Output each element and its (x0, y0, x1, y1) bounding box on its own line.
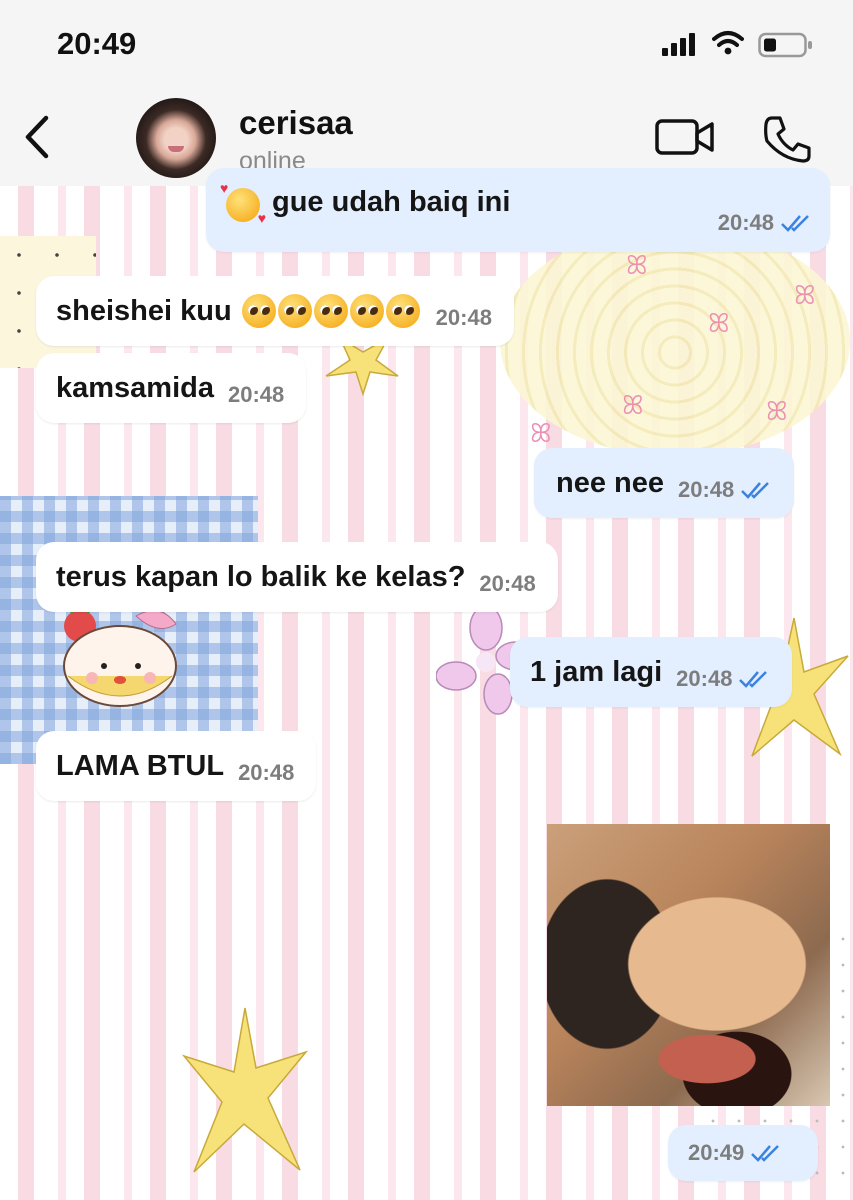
pleading-face-icon (241, 294, 276, 328)
message-time: 20:48 (678, 477, 735, 502)
message-text: kamsamida (56, 371, 214, 404)
ribbon-bow-icon: ꕤ (626, 250, 648, 280)
girl-doodle-icon (63, 606, 177, 707)
message-time: 20:48 (228, 382, 285, 407)
pleading-face-icon (277, 294, 312, 328)
star-doodle-icon (181, 1007, 309, 1173)
message-bubble-incoming[interactable]: sheishei kuu 20:48 (36, 276, 514, 346)
image-message-meta: 20:49 (668, 1125, 818, 1181)
message-time: 20:48 (238, 760, 295, 785)
message-bubble-outgoing[interactable]: gue udah baiq ini 20:48 (206, 168, 830, 252)
pleading-face-icon (385, 294, 420, 328)
message-bubble-incoming[interactable]: kamsamida 20:48 (36, 353, 307, 423)
message-meta: 20:49 (688, 1140, 784, 1166)
message-time: 20:48 (479, 571, 536, 596)
pleading-face-icon (313, 294, 348, 328)
message-text: terus kapan lo balik ke kelas? (56, 560, 466, 593)
message-text: gue udah baiq ini (272, 186, 511, 218)
contact-name[interactable]: cerisaa (239, 104, 353, 142)
message-time: 20:48 (435, 305, 492, 330)
double-check-icon (741, 482, 770, 499)
message-bubble-incoming[interactable]: terus kapan lo balik ke kelas? 20:48 (36, 542, 558, 612)
ribbon-bow-icon: ꕤ (622, 390, 644, 420)
message-meta: 20:48 (678, 477, 774, 503)
message-bubble-incoming[interactable]: LAMA BTUL 20:48 (36, 731, 317, 801)
message-time: 20:48 (717, 210, 774, 235)
ribbon-bow-icon: ꕤ (530, 418, 552, 448)
signal-icon (662, 32, 700, 56)
message-text: nee nee (556, 466, 664, 499)
message-meta: 20:48 (479, 571, 535, 597)
pleading-face-icon (349, 294, 384, 328)
avatar[interactable] (136, 98, 216, 178)
pleading-face-emoji-group (241, 294, 422, 328)
message-bubble-outgoing[interactable]: 1 jam lagi 20:48 (510, 637, 793, 707)
message-image-cat-photo[interactable] (547, 824, 830, 1106)
double-check-icon (739, 671, 768, 688)
message-bubble-outgoing[interactable]: nee nee 20:48 (534, 448, 795, 518)
phone-call-icon[interactable] (762, 114, 812, 164)
wallpaper-swirl (500, 226, 850, 456)
message-meta: 20:48 (228, 382, 284, 408)
double-check-icon (781, 215, 809, 232)
status-bar: 20:49 (0, 0, 853, 92)
smiling-face-with-hearts-icon (220, 180, 266, 226)
message-text: sheishei kuu (56, 294, 232, 327)
battery-icon (758, 32, 812, 58)
message-meta: 20:48 (718, 210, 814, 236)
message-text: 1 jam lagi (530, 655, 663, 688)
message-time: 20:48 (676, 666, 733, 691)
message-time: 20:49 (688, 1140, 745, 1165)
chevron-left-icon[interactable] (20, 112, 54, 162)
message-text: LAMA BTUL (56, 749, 225, 782)
status-time: 20:49 (57, 26, 137, 61)
ribbon-bow-icon: ꕤ (794, 280, 816, 310)
double-check-icon (751, 1145, 780, 1162)
message-meta: 20:48 (436, 305, 492, 331)
wifi-icon (712, 31, 744, 55)
ribbon-bow-icon: ꕤ (766, 396, 788, 426)
message-meta: 20:48 (676, 666, 772, 692)
video-call-icon[interactable] (654, 116, 716, 158)
message-meta: 20:48 (238, 760, 294, 786)
ribbon-bow-icon: ꕤ (708, 308, 730, 338)
